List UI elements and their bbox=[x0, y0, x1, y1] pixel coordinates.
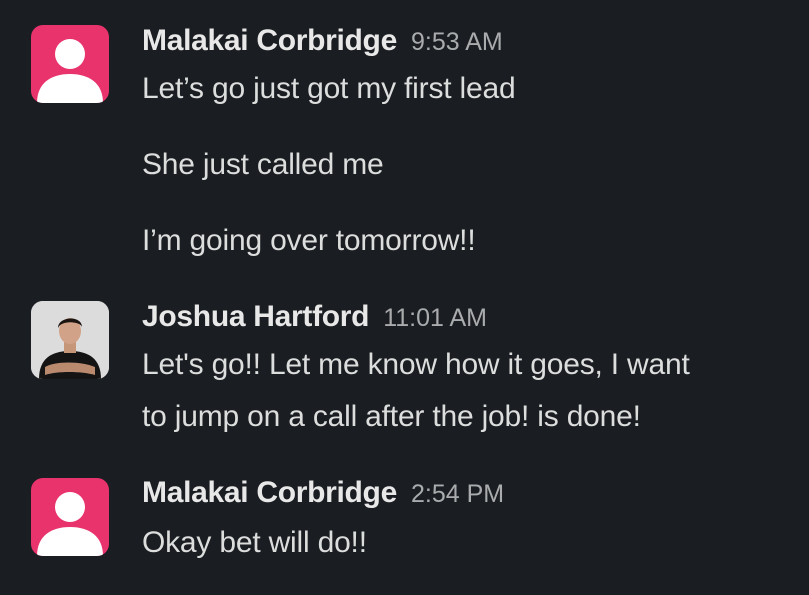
message-text: I’m going over tomorrow!! bbox=[142, 224, 476, 257]
author-name[interactable]: Joshua Hartford bbox=[142, 300, 370, 334]
avatar[interactable] bbox=[31, 478, 109, 556]
message-text: Let's go!! Let me know how it goes, I wa… bbox=[142, 348, 690, 381]
timestamp[interactable]: 2:54 PM bbox=[411, 480, 504, 509]
message-text: Okay bet will do!! bbox=[142, 526, 367, 559]
message-header: Joshua Hartford 11:01 AM bbox=[142, 300, 487, 340]
avatar[interactable] bbox=[31, 301, 109, 379]
timestamp[interactable]: 11:01 AM bbox=[383, 304, 487, 333]
author-name[interactable]: Malakai Corbridge bbox=[142, 24, 397, 58]
author-name[interactable]: Malakai Corbridge bbox=[142, 476, 397, 510]
message-header: Malakai Corbridge 2:54 PM bbox=[142, 476, 504, 516]
user-photo bbox=[31, 301, 109, 379]
timestamp[interactable]: 9:53 AM bbox=[411, 28, 503, 57]
message-header: Malakai Corbridge 9:53 AM bbox=[142, 24, 503, 64]
message-text: She just called me bbox=[142, 148, 384, 181]
message-text: to jump on a call after the job! is done… bbox=[142, 400, 641, 433]
avatar[interactable] bbox=[31, 25, 109, 103]
default-user-icon bbox=[37, 39, 103, 103]
message-text: Let’s go just got my first lead bbox=[142, 72, 516, 105]
default-user-icon bbox=[37, 492, 103, 556]
